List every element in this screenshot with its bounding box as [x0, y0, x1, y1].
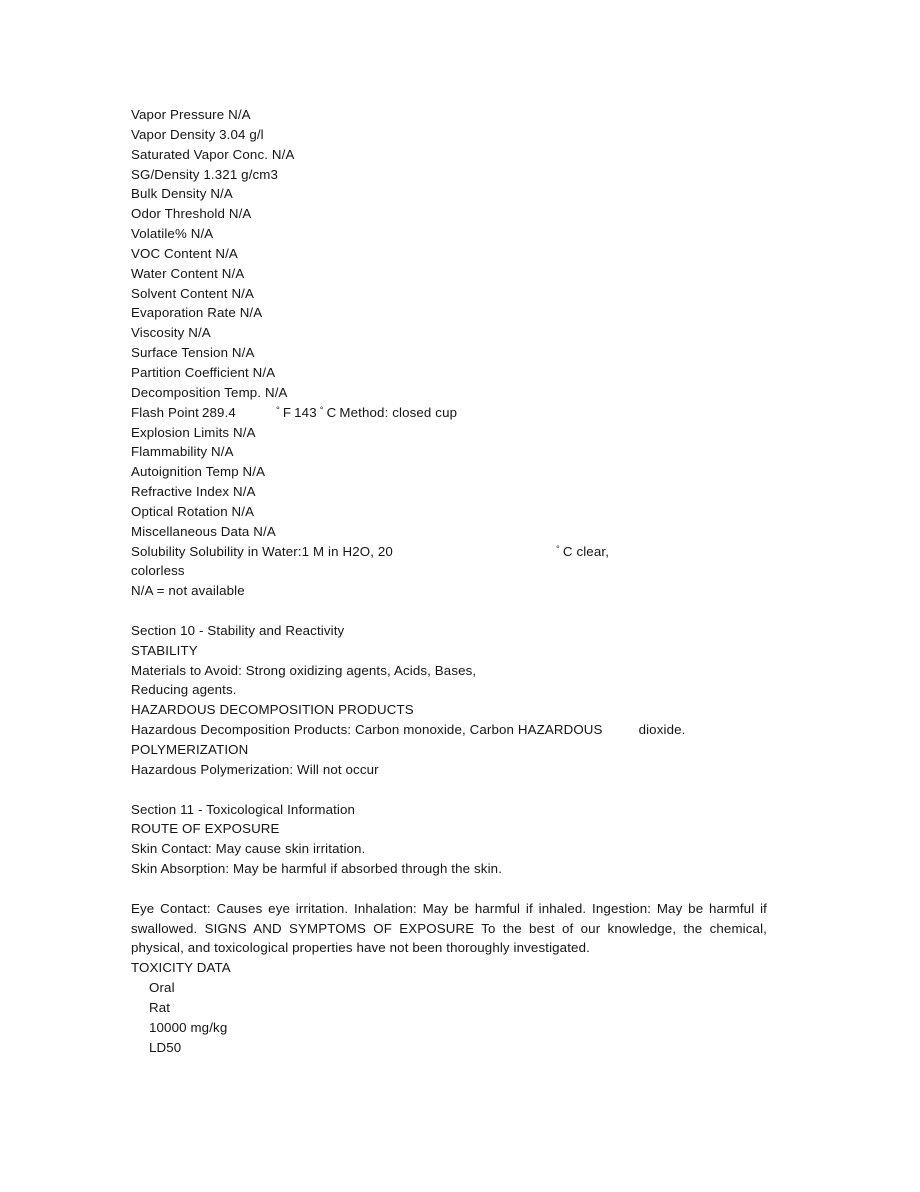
flash-point-line: Flash Point 289.4 ° F 143 ° C Method: closed cu… — [131, 403, 791, 423]
property-line: Optical Rotation N/A — [131, 503, 255, 519]
degree-symbol-icon: ° — [555, 543, 560, 555]
skin-contact-line: Skin Contact: May cause skin irritation. — [131, 841, 366, 857]
property-line: Bulk Density N/A — [131, 186, 233, 202]
decomposition-products-line: Hazardous Decomposition Products: Carbon… — [131, 720, 791, 740]
section-10-heading: Section 10 - Stability and Reactivity — [131, 622, 345, 638]
property-line: Water Content N/A — [131, 265, 245, 281]
physical-properties-list: Vapor Pressure N/A Vapor Density 3.04 g/… — [131, 105, 791, 403]
decomposition-products-trailing: dioxide. — [638, 722, 686, 738]
property-line: Refractive Index N/A — [131, 484, 256, 500]
polymerization-heading: POLYMERIZATION — [131, 742, 249, 757]
decomposition-heading: HAZARDOUS DECOMPOSITION PRODUCTS — [131, 702, 414, 718]
solubility-line: Solubility Solubility in Water:1 M in H2… — [131, 542, 791, 562]
property-line: Saturated Vapor Conc. N/A — [131, 146, 295, 162]
physical-properties-list-2: Explosion Limits N/A Flammability N/A Au… — [131, 423, 791, 542]
property-line: Evaporation Rate N/A — [131, 305, 263, 321]
document-page: Vapor Pressure N/A Vapor Density 3.04 g/… — [0, 0, 920, 1192]
flash-point-method: Method: closed cup — [339, 404, 458, 420]
document-body: Vapor Pressure N/A Vapor Density 3.04 g/… — [131, 105, 791, 1058]
stability-heading: STABILITY — [131, 642, 198, 658]
property-line: Partition Coefficient N/A — [131, 364, 276, 380]
solubility-text: Solubility Solubility in Water:1 M in H2… — [131, 543, 393, 559]
toxicity-data-heading: TOXICITY DATA — [131, 960, 231, 976]
property-line: Odor Threshold N/A — [131, 206, 252, 222]
degree-symbol-icon: ° — [275, 404, 280, 416]
property-line: Solvent Content N/A — [131, 285, 255, 301]
property-line: Explosion Limits N/A — [131, 424, 256, 440]
flash-point-fahrenheit-value: 289.4 — [201, 404, 236, 420]
materials-to-avoid-line: Reducing agents. — [131, 682, 237, 698]
section-10: Section 10 - Stability and Reactivity ST… — [131, 621, 791, 780]
toxicity-entry: LD50 — [149, 1039, 182, 1055]
section-11-heading: Section 11 - Toxicological Information — [131, 801, 356, 817]
toxicity-entry: Oral — [149, 980, 175, 996]
property-line: Surface Tension N/A — [131, 345, 255, 361]
solubility-text-after: C clear, — [562, 543, 610, 559]
property-line: Vapor Density 3.04 g/l — [131, 126, 264, 142]
degree-symbol-icon: ° — [319, 404, 324, 416]
polymerization-text: Hazardous Polymerization: Will not occur — [131, 761, 379, 777]
route-of-exposure-heading: ROUTE OF EXPOSURE — [131, 821, 280, 837]
flash-point-celsius-unit: C — [326, 404, 337, 420]
property-line: SG/Density 1.321 g/cm3 — [131, 166, 279, 182]
property-line: Viscosity N/A — [131, 325, 211, 341]
flash-point-fahrenheit-unit: F — [282, 404, 292, 420]
property-line: Volatile% N/A — [131, 226, 214, 242]
property-line: Decomposition Temp. N/A — [131, 384, 288, 400]
property-line: Miscellaneous Data N/A — [131, 523, 276, 539]
property-line: Flammability N/A — [131, 444, 234, 460]
materials-to-avoid-line: Materials to Avoid: Strong oxidizing age… — [131, 662, 477, 678]
skin-absorption-line: Skin Absorption: May be harmful if absor… — [131, 861, 503, 877]
property-line: VOC Content N/A — [131, 245, 238, 261]
na-note: N/A = not available — [131, 583, 245, 599]
section-11: Section 11 - Toxicological Information R… — [131, 800, 791, 1058]
decomposition-products-text: Hazardous Decomposition Products: Carbon… — [131, 722, 603, 738]
property-line: Vapor Pressure N/A — [131, 107, 251, 122]
toxicity-entry: 10000 mg/kg — [149, 1019, 228, 1035]
flash-point-label: Flash Point — [131, 404, 199, 420]
flash-point-celsius-value: 143 — [294, 404, 317, 420]
toxicity-entry: Rat — [149, 999, 171, 1015]
property-line: Autoignition Temp N/A — [131, 464, 266, 480]
exposure-paragraph: Eye Contact: Causes eye irritation. Inha… — [131, 900, 767, 956]
solubility-continuation: colorless — [131, 563, 185, 579]
